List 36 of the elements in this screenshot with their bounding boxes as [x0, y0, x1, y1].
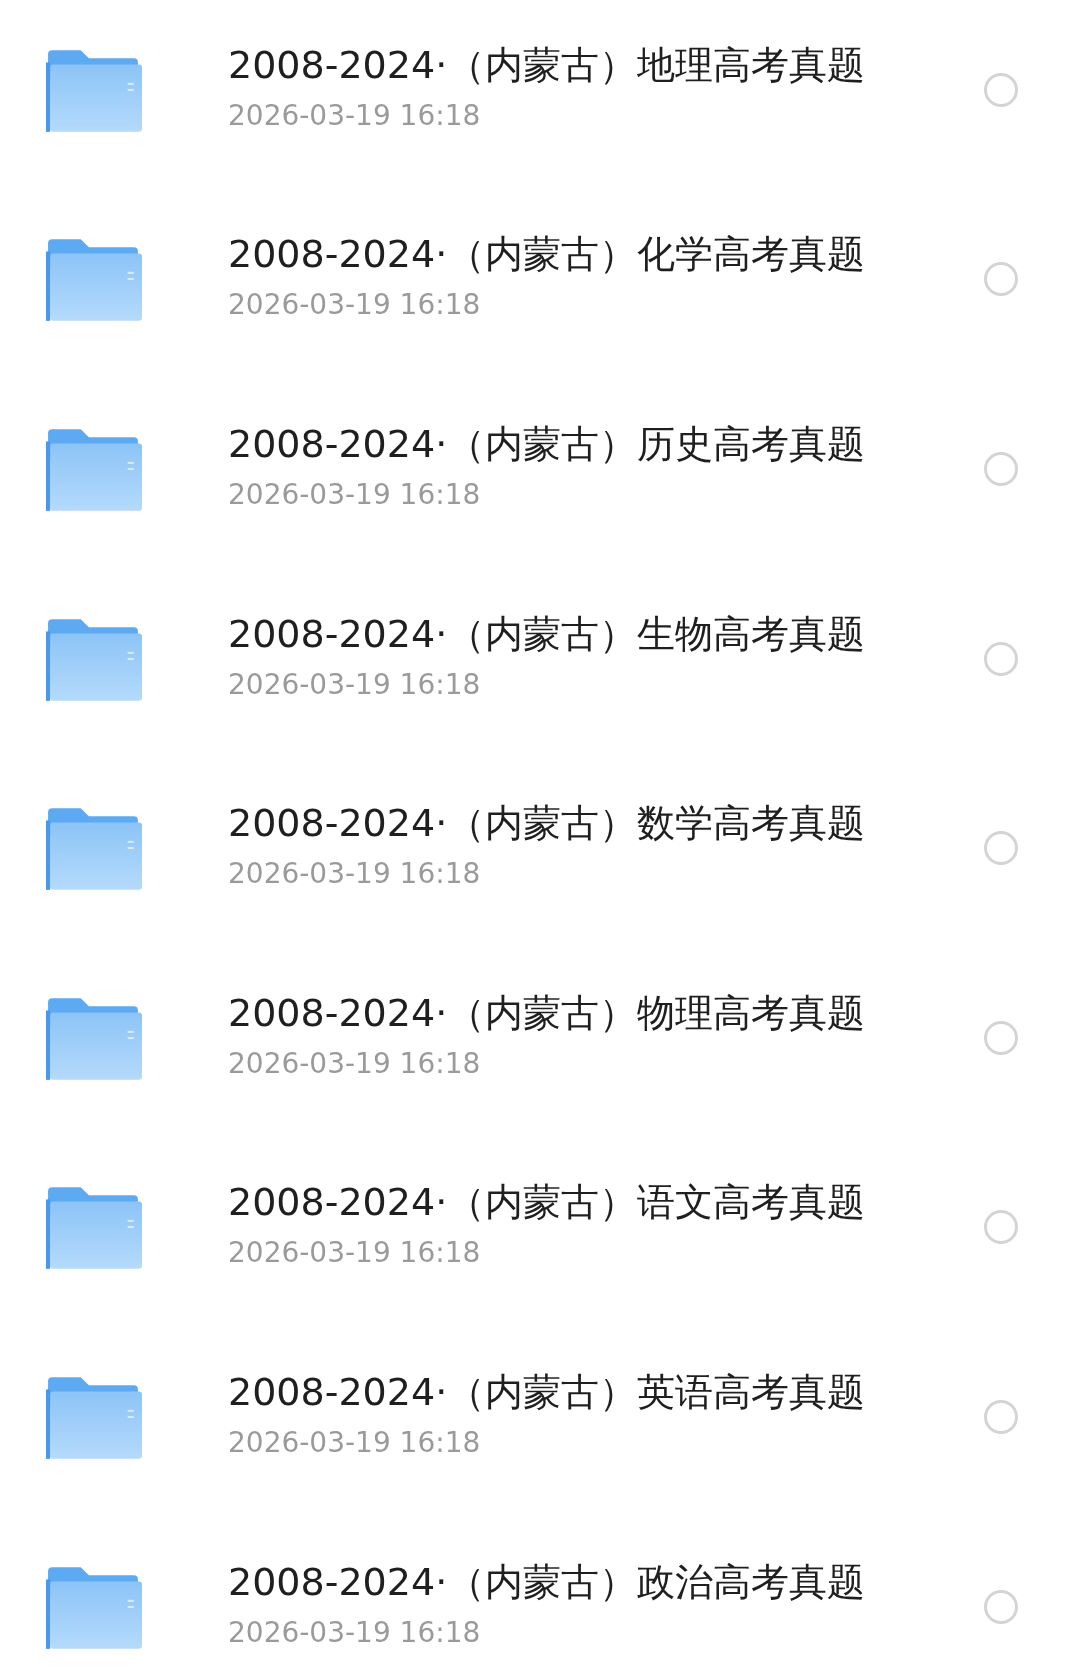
- modified-date: 2026-03-19 16:18: [228, 288, 482, 322]
- modified-date: 2026-03-19 16:18: [228, 98, 482, 132]
- folder-name: 2008-2024·（内蒙古）生物高考真题: [228, 610, 867, 658]
- modified-date: 2026-03-19 16:18: [228, 857, 482, 891]
- folder-icon: [46, 1374, 142, 1459]
- select-radio[interactable]: [984, 1589, 1018, 1624]
- modified-date: 2026-03-19 16:18: [228, 667, 482, 701]
- folder-name: 2008-2024·（内蒙古）语文高考真题: [228, 1179, 867, 1227]
- folder-name: 2008-2024·（内蒙古）历史高考真题: [228, 421, 867, 468]
- folder-icon: [46, 1185, 142, 1270]
- folder-name: 2008-2024·（内蒙古）数学高考真题: [228, 800, 867, 848]
- folder-name: 2008-2024·（内蒙古）化学高考真题: [228, 231, 867, 279]
- select-radio[interactable]: [984, 262, 1018, 297]
- folder-name: 2008-2024·（内蒙古）政治高考真题: [228, 1558, 867, 1606]
- modified-date: 2026-03-19 16:18: [228, 478, 482, 511]
- select-radio[interactable]: [984, 1399, 1018, 1434]
- modified-date: 2026-03-19 16:18: [228, 1425, 482, 1459]
- folder-icon: [46, 806, 142, 891]
- modified-date: 2026-03-19 16:18: [228, 1615, 482, 1649]
- select-radio[interactable]: [984, 72, 1018, 107]
- select-radio[interactable]: [984, 641, 1018, 676]
- folder-icon: [46, 616, 142, 701]
- folder-name: 2008-2024·（内蒙古）英语高考真题: [228, 1368, 867, 1416]
- folder-name: 2008-2024·（内蒙古）物理高考真题: [228, 989, 867, 1037]
- folder-icon: [46, 427, 142, 511]
- folder-name: 2008-2024·（内蒙古）地理高考真题: [228, 41, 867, 89]
- modified-date: 2026-03-19 16:18: [228, 1236, 482, 1270]
- folder-icon: [46, 237, 142, 322]
- modified-date: 2026-03-19 16:18: [228, 1046, 482, 1080]
- select-radio[interactable]: [984, 452, 1018, 486]
- folder-icon: [46, 995, 142, 1080]
- select-radio[interactable]: [984, 1020, 1018, 1055]
- select-radio[interactable]: [984, 1210, 1018, 1245]
- folder-icon: [46, 47, 142, 132]
- folder-icon: [46, 1564, 142, 1649]
- select-radio[interactable]: [984, 831, 1018, 866]
